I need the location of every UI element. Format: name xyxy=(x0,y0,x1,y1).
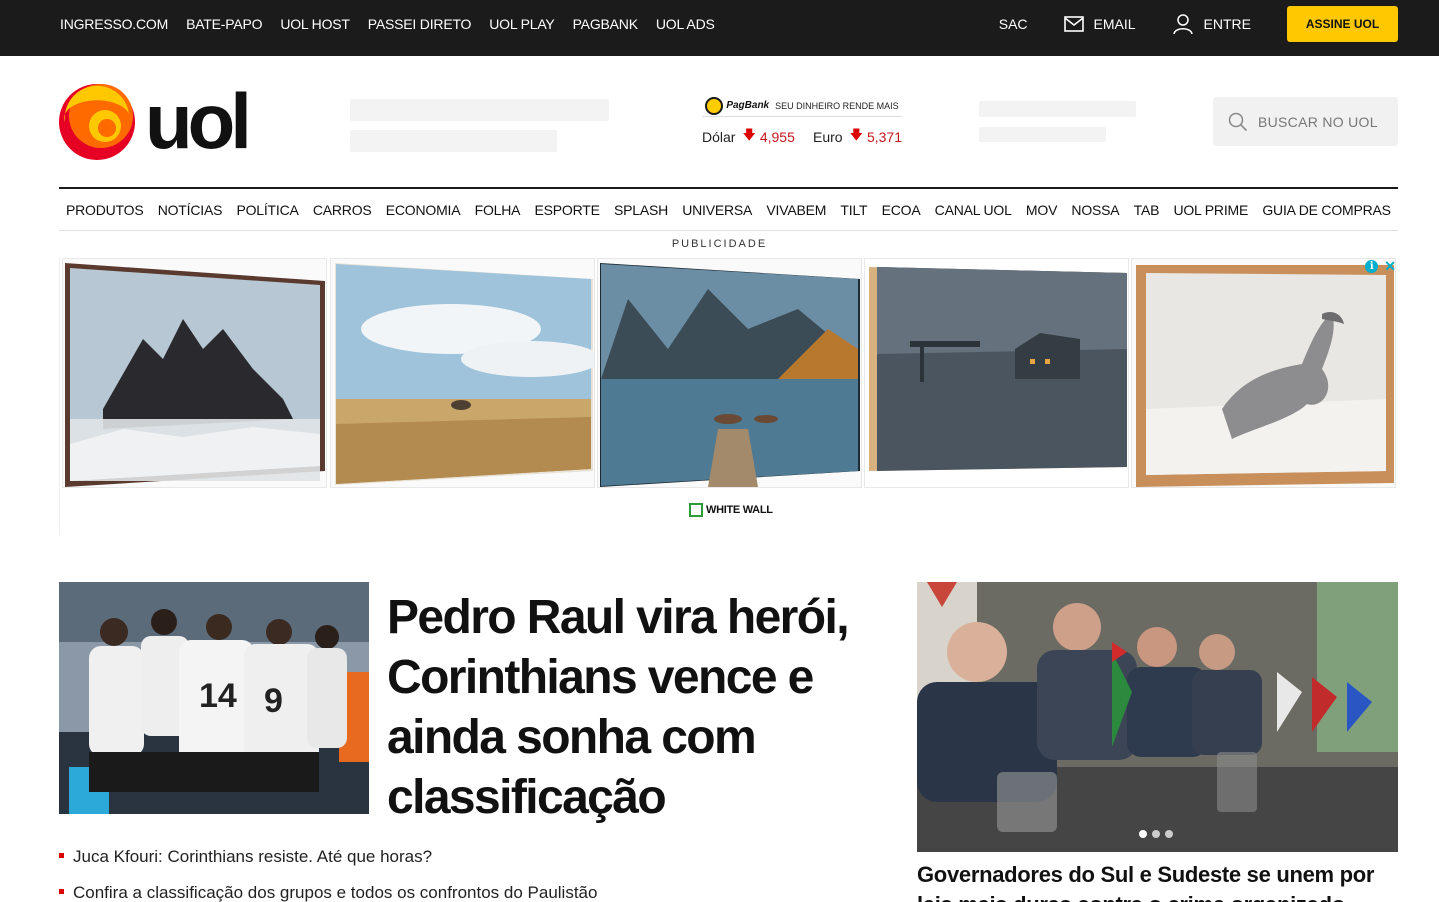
nav-item-noticias[interactable]: NOTÍCIAS xyxy=(158,202,223,218)
pagbank-logo-icon xyxy=(705,96,724,115)
ad-tile[interactable] xyxy=(1131,258,1396,488)
placeholder-bar xyxy=(979,101,1136,117)
nav-item-nossa[interactable]: NOSSA xyxy=(1071,202,1119,218)
ad-image-foggy xyxy=(865,259,1128,487)
nav-item-uol-prime[interactable]: UOL PRIME xyxy=(1173,202,1248,218)
side-photo-governors xyxy=(917,582,1398,852)
top-actions: SAC EMAIL ENTRE ASSINE UOL xyxy=(963,0,1398,48)
ad-image-horse xyxy=(1136,265,1394,487)
ad-image-mountain xyxy=(65,263,325,487)
svg-text:14: 14 xyxy=(199,677,237,715)
subscribe-button[interactable]: ASSINE UOL xyxy=(1287,6,1398,42)
sac-label: SAC xyxy=(998,16,1028,32)
arrow-down-icon: 🡇 xyxy=(849,127,863,142)
nav-item-carros[interactable]: CARROS xyxy=(313,202,372,218)
email-label: EMAIL xyxy=(1093,16,1136,32)
search-icon xyxy=(1228,112,1248,131)
top-link-uol-host[interactable]: UOL HOST xyxy=(280,16,350,32)
ad-image-lake xyxy=(600,263,860,487)
logo-wordmark: uol xyxy=(145,82,247,162)
top-bar: INGRESSO.COM BATE-PAPO UOL HOST PASSEI D… xyxy=(0,0,1439,56)
top-link-uol-play[interactable]: UOL PLAY xyxy=(489,16,555,32)
email-link[interactable]: EMAIL xyxy=(1063,16,1136,32)
ad-banner[interactable]: i ✕ WHITE WALL xyxy=(59,257,1398,535)
nav-item-ecoa[interactable]: ECOA xyxy=(882,202,921,218)
mail-icon xyxy=(1063,16,1084,32)
carousel-dot[interactable] xyxy=(1139,830,1147,838)
ad-brand[interactable]: WHITE WALL xyxy=(689,503,773,517)
carousel-dots xyxy=(1139,830,1178,838)
arrow-down-icon: 🡇 xyxy=(742,127,756,142)
related-link[interactable]: Juca Kfouri: Corinthians resiste. Até qu… xyxy=(59,845,597,881)
ad-controls: i ✕ xyxy=(1365,258,1396,275)
top-link-bate-papo[interactable]: BATE-PAPO xyxy=(186,16,262,32)
ad-brand-name: WHITE WALL xyxy=(706,504,773,516)
nav-item-guia-de-compras[interactable]: GUIA DE COMPRAS xyxy=(1262,202,1391,218)
nav-item-canal-uol[interactable]: CANAL UOL xyxy=(935,202,1012,218)
search-placeholder: BUSCAR NO UOL xyxy=(1258,113,1378,130)
rate-euro: Euro 🡇 5,371 xyxy=(813,126,902,148)
carousel-dot[interactable] xyxy=(1165,830,1173,838)
pagbank-sponsor: PagBank SEU DINHEIRO RENDE MAIS xyxy=(702,96,902,117)
placeholder-bar xyxy=(350,130,557,152)
user-icon xyxy=(1172,14,1193,35)
lead-photo-corinthians: 14 9 xyxy=(59,582,369,814)
lead-image[interactable]: 14 9 xyxy=(59,582,369,814)
ad-info-icon[interactable]: i xyxy=(1365,260,1379,273)
rate-label: Dólar xyxy=(702,129,736,145)
ad-tile[interactable] xyxy=(330,258,595,488)
top-link-uol-ads[interactable]: UOL ADS xyxy=(656,16,715,32)
related-link[interactable]: Confira a classificação dos grupos e tod… xyxy=(59,881,597,902)
nav-item-splash[interactable]: SPLASH xyxy=(614,202,668,218)
login-label: ENTRE xyxy=(1203,16,1251,32)
lead-headline[interactable]: Pedro Raul vira herói, Corinthians vence… xyxy=(387,588,877,828)
ad-tile[interactable] xyxy=(864,258,1129,488)
sac-link[interactable]: SAC xyxy=(999,16,1028,32)
ad-tile[interactable] xyxy=(597,258,862,488)
main-nav: PRODUTOS NOTÍCIAS POLÍTICA CARROS ECONOM… xyxy=(59,187,1398,231)
ad-label: PUBLICIDADE xyxy=(671,238,768,250)
side-story-image[interactable] xyxy=(917,582,1398,852)
pagbank-name: PagBank xyxy=(726,100,770,111)
rate-label: Euro xyxy=(813,129,843,145)
nav-item-economia[interactable]: ECONOMIA xyxy=(386,202,461,218)
placeholder-bar xyxy=(350,99,609,121)
placeholder-bar xyxy=(979,127,1106,142)
nav-item-tilt[interactable]: TILT xyxy=(840,202,867,218)
top-link-ingresso[interactable]: INGRESSO.COM xyxy=(60,16,168,32)
carousel-dot[interactable] xyxy=(1152,830,1160,838)
top-links: INGRESSO.COM BATE-PAPO UOL HOST PASSEI D… xyxy=(60,0,733,48)
top-link-pagbank[interactable]: PAGBANK xyxy=(573,16,638,32)
rate-dollar: Dólar 🡇 4,955 xyxy=(702,126,795,148)
pagbank-tagline: SEU DINHEIRO RENDE MAIS xyxy=(775,100,899,111)
svg-text:9: 9 xyxy=(264,682,283,720)
currency-rates: Dólar 🡇 4,955 Euro 🡇 5,371 xyxy=(702,126,902,148)
rate-value: 5,371 xyxy=(866,129,902,145)
nav-item-universa[interactable]: UNIVERSA xyxy=(682,202,752,218)
ad-image-savanna xyxy=(335,263,594,485)
nav-item-mov[interactable]: MOV xyxy=(1026,202,1057,218)
rate-value: 4,955 xyxy=(759,129,795,145)
nav-item-vivabem[interactable]: VIVABEM xyxy=(766,202,826,218)
login-link[interactable]: ENTRE xyxy=(1172,13,1251,35)
currency-widget[interactable]: PagBank SEU DINHEIRO RENDE MAIS Dólar 🡇 … xyxy=(702,96,902,148)
ad-tile[interactable] xyxy=(62,258,327,488)
whitewall-logo-icon xyxy=(689,503,703,517)
search-input[interactable]: BUSCAR NO UOL xyxy=(1213,97,1398,146)
ad-close-icon[interactable]: ✕ xyxy=(1384,258,1396,275)
nav-item-produtos[interactable]: PRODUTOS xyxy=(66,202,144,218)
nav-item-esporte[interactable]: ESPORTE xyxy=(534,202,599,218)
top-link-passei-direto[interactable]: PASSEI DIRETO xyxy=(368,16,472,32)
nav-item-politica[interactable]: POLÍTICA xyxy=(236,202,298,218)
related-links: Juca Kfouri: Corinthians resiste. Até qu… xyxy=(59,845,597,902)
nav-item-tab[interactable]: TAB xyxy=(1134,202,1160,218)
uol-logo[interactable]: uol xyxy=(59,82,275,162)
side-story-title[interactable]: Governadores do Sul e Sudeste se unem po… xyxy=(917,860,1407,902)
nav-item-folha[interactable]: FOLHA xyxy=(475,202,521,218)
